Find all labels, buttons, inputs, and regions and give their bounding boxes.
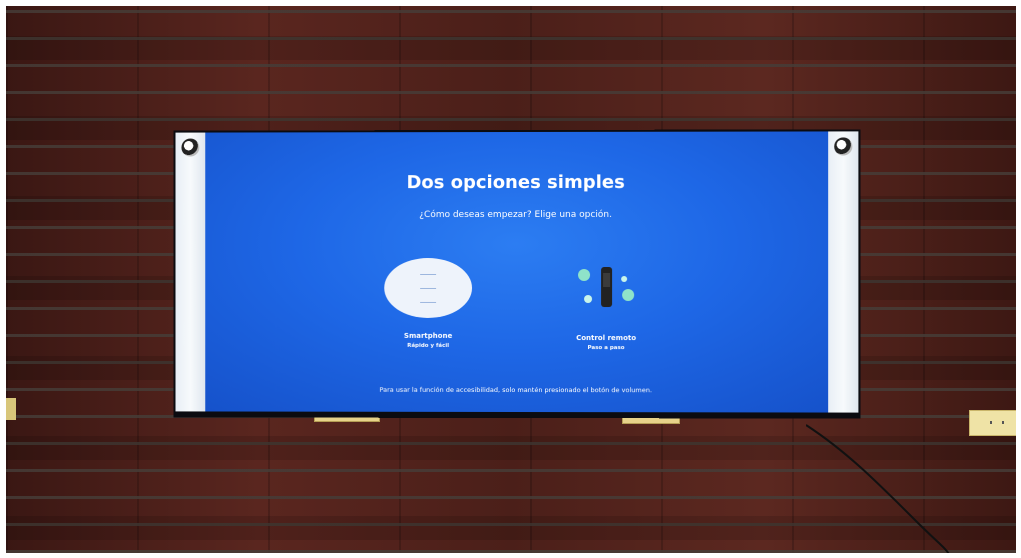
photo-brick-wall: Dos opciones simples ¿Cómo deseas empeza… [6, 6, 1016, 553]
option-remote-sublabel: Paso a paso [587, 345, 625, 352]
remote-control-icon[interactable] [574, 265, 638, 315]
option-smartphone-label[interactable]: Smartphone [368, 332, 488, 340]
smartphone-icon[interactable] [384, 258, 473, 318]
sticker-logo-icon [834, 137, 853, 156]
tv-screen: Dos opciones simples ¿Cómo deseas empeza… [175, 131, 859, 413]
screen-title: Dos opciones simples [406, 171, 625, 194]
television: Dos opciones simples ¿Cómo deseas empeza… [173, 129, 861, 419]
option-smartphone-sublabel: Rápido y fácil [407, 342, 450, 349]
screen-subtitle: ¿Cómo deseas empezar? Elige una opción. [419, 209, 612, 221]
brick-row [6, 36, 1016, 60]
accessibility-hint: Para usar la función de accesibilidad, s… [379, 385, 652, 395]
option-remote-label[interactable]: Control remoto [546, 334, 666, 342]
sticker-logo-icon [181, 138, 200, 157]
wall-plate [6, 398, 16, 420]
power-cable [806, 424, 950, 553]
